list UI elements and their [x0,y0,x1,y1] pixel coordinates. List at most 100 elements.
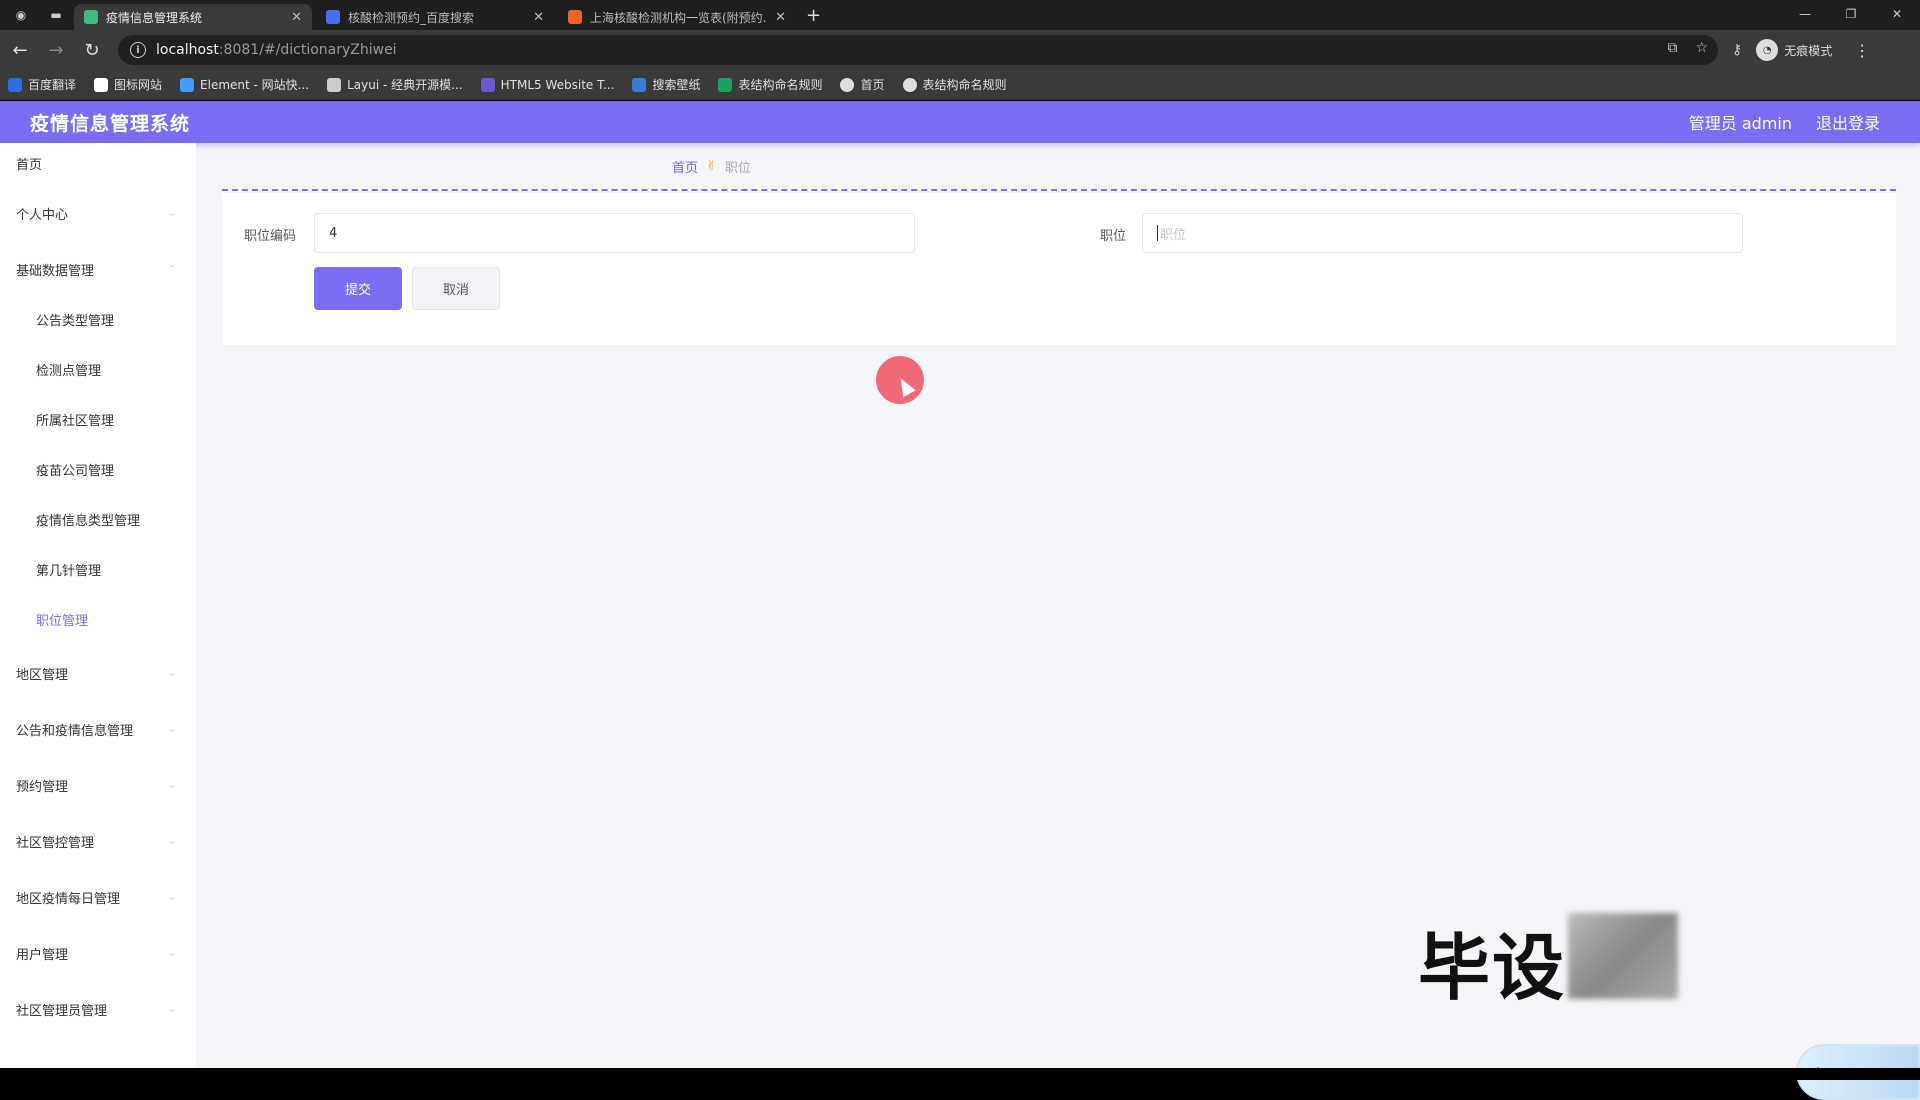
info-icon[interactable]: i [130,42,146,58]
hand-separator-icon: ✌ [706,159,717,174]
bookmark-item[interactable]: 搜索壁纸 [632,76,700,93]
url-path: :8081/#/dictionaryZhiwei [218,42,397,58]
sidebar-item[interactable]: 社区管控管理 ⌄ [0,821,196,861]
sidebar-item[interactable]: 公告和疫情信息管理 ⌄ [0,709,196,749]
sidebar-item-home[interactable]: 首页 [0,143,196,183]
sidebar-item[interactable]: 地区疫情每日管理 ⌄ [0,877,196,917]
close-window-icon[interactable]: ✕ [1874,0,1920,28]
bookmark-item[interactable]: 图标网站 [94,76,162,93]
sidebar-item[interactable]: 社区管理员管理 ⌄ [0,989,196,1029]
incognito-profile[interactable]: ◔ 无痕模式 [1756,39,1832,61]
bookmark-item[interactable]: Element - 网站快... [180,76,309,93]
sidebar: 首页 个人中心 ⌄ 基础数据管理 ⌃ 公告类型管理 检测点管理 所属社区管理 疫苗公… [0,143,196,1068]
chevron-down-icon: ⌄ [167,1003,176,1015]
forward-arrow-icon[interactable]: → [40,34,72,66]
bookmark-label: Layui - 经典开源模... [347,78,463,92]
blurred-region [1568,913,1678,999]
bookmark-label: 搜索壁纸 [652,78,701,92]
bookmark-label: 表结构命名规则 [738,78,823,92]
sidebar-item-label: 预约管理 [16,779,69,795]
browser-toolbar: ← → ↻ i localhost:8081/#/dictionaryZhiwe… [0,30,1920,70]
url-host: localhost [156,42,219,58]
sidebar-item-label: 疫情信息类型管理 [36,513,141,529]
position-code-input[interactable]: 4 [314,213,915,253]
layui-bookmark-icon [327,77,342,92]
position-name-placeholder: 职位 [1160,227,1187,243]
bookmark-label: 图标网站 [114,78,163,92]
sidebar-sub-item[interactable]: 第几针管理 [0,549,196,589]
breadcrumb-home[interactable]: 首页 [672,157,698,176]
submit-button[interactable]: 提交 [314,267,402,310]
position-code-value: 4 [329,225,338,241]
sidebar-sub-item[interactable]: 检测点管理 [0,349,196,389]
dashed-divider [222,189,1896,191]
bookmark-item[interactable]: 表结构命名规则 [718,76,822,93]
sidebar-sub-item[interactable]: 疫苗公司管理 [0,449,196,489]
wallpaper-bookmark-icon [632,77,647,92]
chevron-down-icon: ⌄ [167,207,176,219]
globe-bookmark-icon [840,77,855,92]
reload-icon[interactable]: ↻ [76,34,108,66]
tab-search-icon[interactable]: ◉ [10,4,32,26]
bookmark-item[interactable]: 首页 [840,76,885,93]
sidebar-item-label: 疫苗公司管理 [36,463,115,479]
sidebar-item-personal[interactable]: 个人中心 ⌄ [0,193,196,233]
form-card: 职位编码 4 职位 职位 提交 取消 [222,193,1896,345]
bookmark-star-icon[interactable]: ☆ [1695,40,1708,56]
sidebar-sub-item[interactable]: 疫情信息类型管理 [0,499,196,539]
sidebar-sub-item-active[interactable]: 职位管理 [0,599,196,639]
logout-link[interactable]: 退出登录 [1816,110,1880,134]
close-tab-icon[interactable]: ✕ [291,10,302,25]
position-name-input[interactable]: 职位 [1142,213,1743,253]
browser-tab-bar: ◉ ▬ 疫情信息管理系统 ✕ 核酸检测预约_百度搜索 ✕ 上海核酸检测机构一览表… [0,0,1920,30]
chevron-down-icon: ⌄ [167,835,176,847]
close-tab-icon[interactable]: ✕ [533,10,544,25]
tab-title: 疫情信息管理系统 [106,10,203,25]
sidebar-item-label: 所属社区管理 [36,413,115,429]
site-favicon-icon [568,10,582,24]
sidebar-sub-item[interactable]: 公告类型管理 [0,299,196,339]
flag-bookmark-icon [94,77,109,92]
close-tab-icon[interactable]: ✕ [775,10,786,25]
sidebar-item[interactable]: 用户管理 ⌄ [0,933,196,973]
chevron-down-icon: ⌄ [167,779,176,791]
profile-label: 无痕模式 [1784,43,1833,58]
restore-icon[interactable]: ❐ [1828,0,1874,28]
sidebar-item-label: 个人中心 [16,207,69,223]
cancel-button[interactable]: 取消 [412,267,500,310]
incognito-icon: ◔ [1756,39,1779,61]
browser-tab[interactable]: 核酸检测预约_百度搜索 ✕ [316,4,554,30]
bookmark-item[interactable]: HTML5 Website T... [480,77,614,92]
globe-bookmark-icon [902,77,917,92]
bookmark-item[interactable]: Layui - 经典开源模... [327,76,463,93]
bookmark-item[interactable]: 百度翻译 [8,76,76,93]
sidebar-item-label: 公告类型管理 [36,313,115,329]
watermark-text: 毕设 [1418,926,1567,1010]
sidebar-item[interactable]: 预约管理 ⌄ [0,765,196,805]
app-header: 疫情信息管理系统 管理员 admin 退出登录 [0,101,1920,143]
sidebar-sub-item[interactable]: 所属社区管理 [0,399,196,439]
new-tab-button[interactable]: + [806,5,821,26]
bottom-bar [0,1068,1920,1080]
translate-icon[interactable]: ⧉ [1667,40,1677,56]
sidebar-item-label: 用户管理 [16,947,69,963]
browser-tab[interactable]: 疫情信息管理系统 ✕ [74,4,312,30]
bookmarks-bar: 百度翻译 图标网站 Element - 网站快... Layui - 经典开源模… [0,70,1920,100]
tab-list-icon[interactable]: ▬ [45,4,67,26]
baidu-favicon-icon [326,10,340,24]
sidebar-item-basic-data[interactable]: 基础数据管理 ⌃ [0,249,196,289]
position-code-label: 职位编码 [244,229,297,244]
sidebar-item-label: 社区管控管理 [16,835,95,851]
bookmark-item[interactable]: 表结构命名规则 [902,76,1007,93]
address-bar[interactable]: i localhost:8081/#/dictionaryZhiwei ⧉ ☆ [118,35,1718,65]
chevron-down-icon: ⌄ [167,723,176,735]
key-icon[interactable]: ⚷ [1732,42,1742,58]
more-menu-icon[interactable]: ⋮ [1854,41,1870,60]
sidebar-item-label: 地区管理 [16,667,69,683]
sidebar-item[interactable]: 地区管理 ⌄ [0,653,196,693]
chevron-down-icon: ⌄ [167,947,176,959]
back-arrow-icon[interactable]: ← [4,34,36,66]
sidebar-item-label: 第几针管理 [36,563,102,579]
browser-tab[interactable]: 上海核酸检测机构一览表(附预约... ✕ [558,4,796,30]
minimize-icon[interactable]: — [1782,0,1828,28]
